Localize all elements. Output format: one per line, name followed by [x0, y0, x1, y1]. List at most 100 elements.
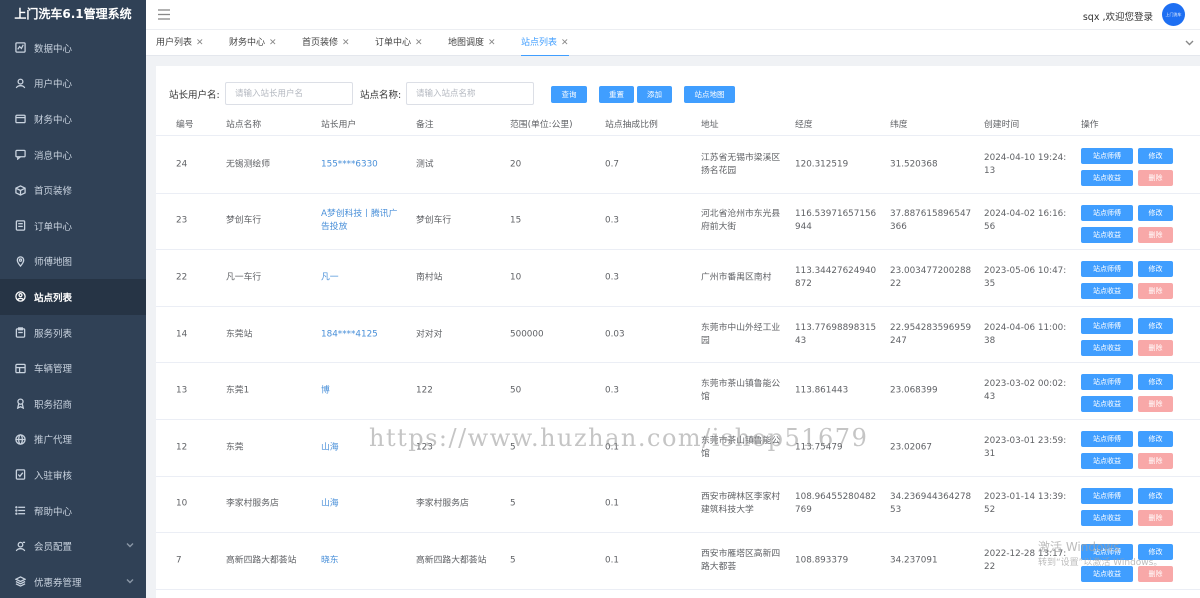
cell-address: 河北省沧州市东光县府前大街	[701, 209, 781, 233]
cell-created: 2023-03-01 23:59:31	[984, 435, 1067, 459]
sidebar: 上门洗车6.1管理系统 数据中心 用户中心 财务中心 消息中心 首页装修 订单中心 师傅地图…	[0, 0, 146, 598]
close-icon[interactable]: ✕	[488, 38, 496, 48]
sidebar-item-6[interactable]: 师傅地图	[0, 244, 146, 280]
income-button[interactable]: 站点收益	[1081, 396, 1133, 413]
sidebar-item-11[interactable]: 推广代理	[0, 422, 146, 458]
delete-button[interactable]: 删除	[1138, 509, 1173, 526]
station-user-input[interactable]	[225, 82, 353, 105]
delete-button[interactable]: 删除	[1138, 226, 1173, 243]
tab-0[interactable]: 用户列表 ✕	[156, 30, 204, 56]
income-button[interactable]: 站点收益	[1081, 453, 1133, 469]
tab-1[interactable]: 财务中心 ✕	[229, 30, 277, 56]
income-button[interactable]: 站点收益	[1081, 226, 1133, 243]
add-button[interactable]: 添加	[637, 86, 672, 103]
sidebar-item-1[interactable]: 用户中心	[0, 66, 146, 102]
sidebar-item-label: 会员配置	[34, 542, 73, 554]
station-icon	[14, 291, 26, 303]
staff-button[interactable]: 站点师傅	[1081, 204, 1133, 221]
audit-icon	[14, 469, 26, 481]
income-button[interactable]: 站点收益	[1081, 339, 1133, 356]
tab-2[interactable]: 首页装修 ✕	[302, 30, 350, 56]
cell-ratio: 0.3	[605, 272, 619, 283]
chevron-down-icon	[126, 541, 134, 549]
sidebar-item-7[interactable]: 站点列表	[0, 279, 146, 315]
staff-button[interactable]: 站点师傅	[1081, 431, 1133, 447]
delete-button[interactable]: 删除	[1138, 170, 1173, 186]
edit-button[interactable]: 修改	[1138, 204, 1173, 221]
close-icon[interactable]: ✕	[561, 38, 569, 48]
sidebar-item-3[interactable]: 消息中心	[0, 137, 146, 173]
reset-button[interactable]: 重置	[599, 86, 634, 103]
close-icon[interactable]: ✕	[269, 38, 277, 48]
cell-remark: 对对对	[416, 329, 443, 340]
cell-user[interactable]: 155****6330	[321, 158, 406, 171]
edit-button[interactable]: 修改	[1138, 261, 1173, 278]
cell-user[interactable]: 博	[321, 385, 406, 398]
cube-icon	[14, 184, 26, 196]
cell-remark: 122	[416, 385, 433, 396]
top-navbar: sqx ,欢迎您登录 上门洗车	[146, 0, 1200, 30]
edit-button[interactable]: 修改	[1138, 431, 1173, 447]
sidebar-item-14[interactable]: 会员配置	[0, 528, 146, 564]
cell-ratio: 0.1	[605, 498, 619, 509]
delete-button[interactable]: 删除	[1138, 453, 1173, 469]
edit-button[interactable]: 修改	[1138, 374, 1173, 391]
cell-user[interactable]: 山海	[321, 498, 406, 511]
staff-button[interactable]: 站点师傅	[1081, 317, 1133, 334]
order-icon	[14, 220, 26, 232]
close-icon[interactable]: ✕	[415, 38, 423, 48]
staff-button[interactable]: 站点师傅	[1081, 374, 1133, 391]
delete-button[interactable]: 删除	[1138, 566, 1173, 583]
cell-id: 23	[176, 215, 188, 226]
close-icon[interactable]: ✕	[342, 38, 350, 48]
cell-user[interactable]: 184****4125	[321, 328, 406, 341]
tab-5[interactable]: 站点列表 ✕	[521, 30, 569, 56]
cell-user[interactable]: 晓东	[321, 554, 406, 567]
cell-range: 5	[510, 555, 516, 566]
sidebar-item-9[interactable]: 车辆管理	[0, 350, 146, 386]
station-name-input[interactable]	[406, 82, 534, 105]
edit-button[interactable]: 修改	[1138, 317, 1173, 334]
sidebar-item-12[interactable]: 入驻审核	[0, 457, 146, 493]
cell-ratio: 0.1	[605, 555, 619, 566]
sidebar-item-2[interactable]: 财务中心	[0, 101, 146, 137]
staff-button[interactable]: 站点师傅	[1081, 148, 1133, 164]
sidebar-item-label: 帮助中心	[34, 506, 73, 518]
cell-user[interactable]: 凡一	[321, 271, 406, 284]
sidebar-item-15[interactable]: 优惠券管理	[0, 564, 146, 598]
station-user-label: 站长用户名:	[169, 90, 220, 101]
sidebar-item-8[interactable]: 服务列表	[0, 315, 146, 351]
delete-button[interactable]: 删除	[1138, 283, 1173, 300]
edit-button[interactable]: 修改	[1138, 487, 1173, 504]
cell-user[interactable]: 山海	[321, 441, 406, 454]
hamburger-icon[interactable]	[158, 9, 170, 20]
sidebar-item-label: 首页装修	[34, 186, 73, 198]
sidebar-item-5[interactable]: 订单中心	[0, 208, 146, 244]
cell-remark: 梦创车行	[416, 215, 452, 226]
income-button[interactable]: 站点收益	[1081, 566, 1133, 583]
close-icon[interactable]: ✕	[196, 38, 204, 48]
station-map-button[interactable]: 站点地图	[684, 86, 735, 103]
delete-button[interactable]: 删除	[1138, 339, 1173, 356]
sidebar-item-4[interactable]: 首页装修	[0, 172, 146, 208]
sidebar-item-0[interactable]: 数据中心	[0, 30, 146, 66]
chevron-down-icon[interactable]	[1185, 38, 1194, 47]
delete-button[interactable]: 删除	[1138, 396, 1173, 413]
cell-user[interactable]: A梦创科技丨腾讯广告投放	[321, 208, 406, 234]
sidebar-item-13[interactable]: 帮助中心	[0, 493, 146, 529]
staff-button[interactable]: 站点师傅	[1081, 487, 1133, 504]
search-button[interactable]: 查询	[551, 86, 587, 103]
table-row: 13 东莞1 博 122 50 0.3 东莞市茶山镇鲁能公馆 113.861443 23.068…	[156, 363, 1200, 420]
cell-name: 无锡测绘师	[226, 159, 270, 170]
income-button[interactable]: 站点收益	[1081, 509, 1133, 526]
income-button[interactable]: 站点收益	[1081, 283, 1133, 300]
edit-button[interactable]: 修改	[1138, 148, 1173, 164]
sidebar-item-label: 职务招商	[34, 399, 73, 411]
column-header: 地址	[701, 120, 719, 130]
avatar[interactable]: 上门洗车	[1162, 3, 1185, 26]
tab-3[interactable]: 订单中心 ✕	[375, 30, 423, 56]
income-button[interactable]: 站点收益	[1081, 170, 1133, 186]
staff-button[interactable]: 站点师傅	[1081, 261, 1133, 278]
tab-4[interactable]: 地图调度 ✕	[448, 30, 496, 56]
sidebar-item-10[interactable]: 职务招商	[0, 386, 146, 422]
